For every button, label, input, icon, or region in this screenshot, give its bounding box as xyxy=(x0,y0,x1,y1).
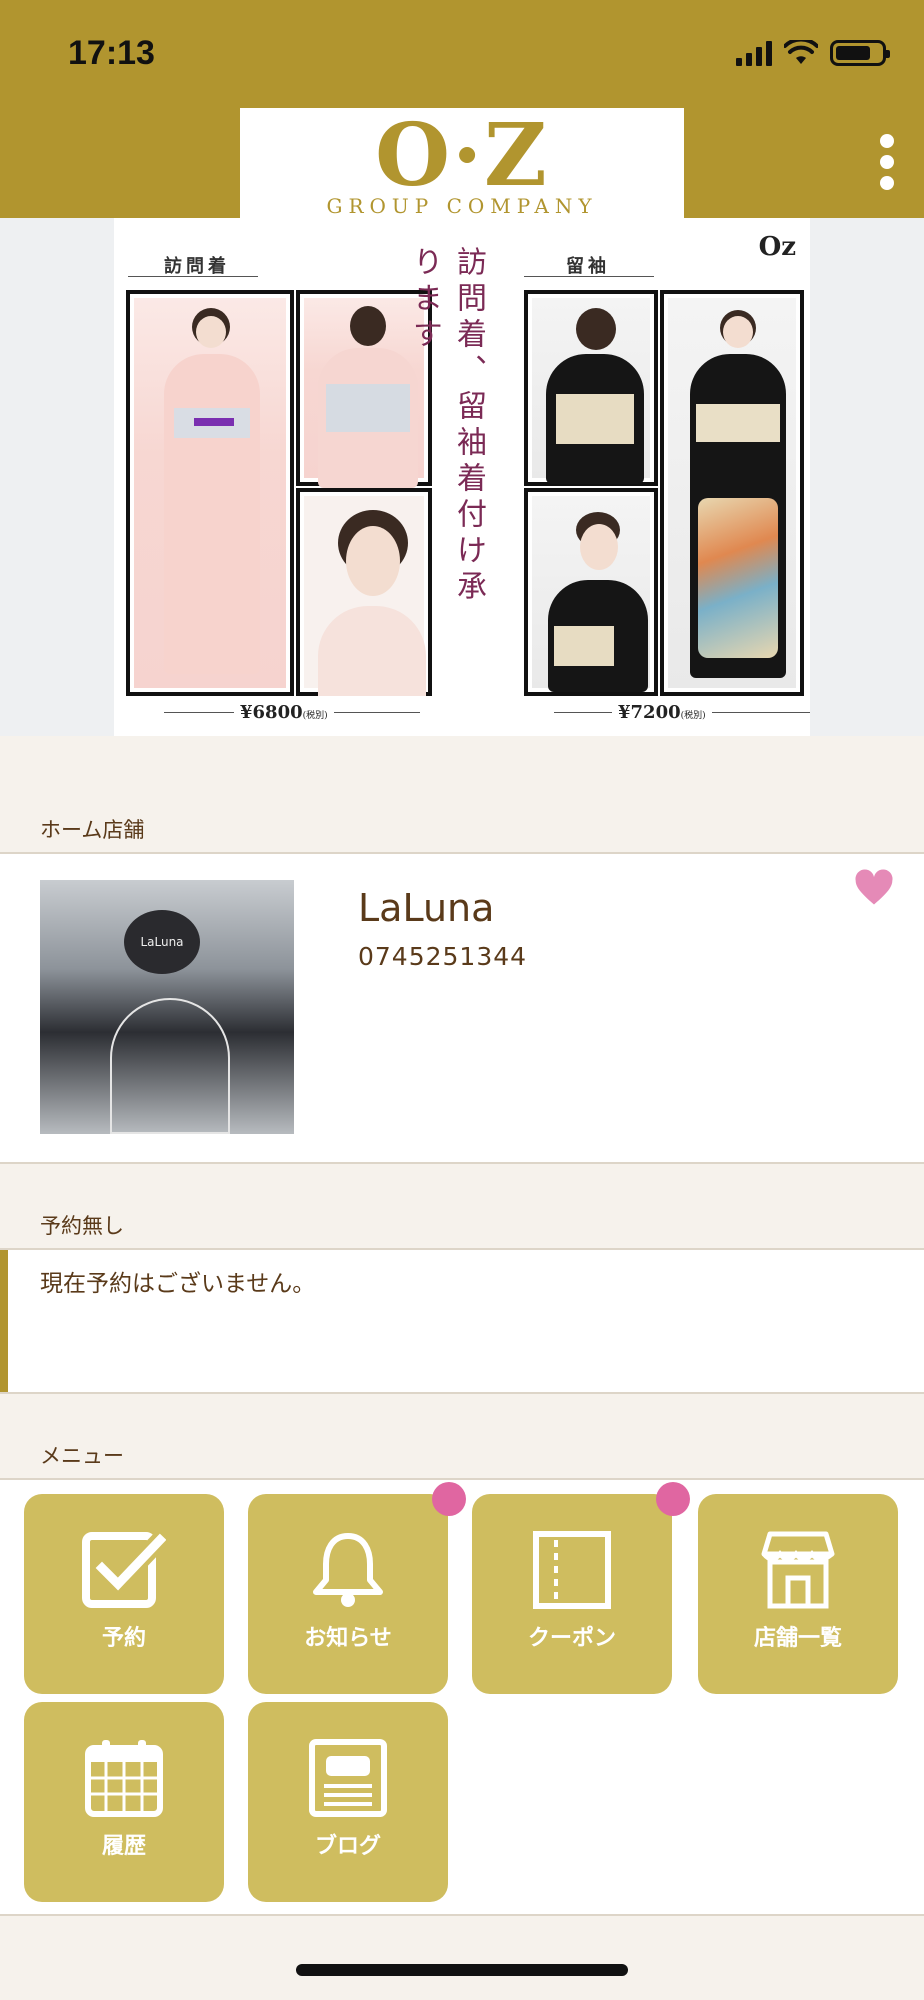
tomesode-photo-back xyxy=(524,290,658,486)
banner-headline: 訪問着、留袖着付け承ります xyxy=(407,246,486,606)
menu-tile-reservation[interactable]: 予約 xyxy=(24,1494,224,1694)
bell-icon xyxy=(313,1533,383,1607)
wifi-icon xyxy=(784,40,818,64)
menu-label-stores: 店舗一覧 xyxy=(753,1626,842,1651)
menu-label-history: 履歴 xyxy=(101,1834,146,1859)
logo-main-text: O·Z xyxy=(375,108,549,206)
menu-tile-blog[interactable]: ブログ xyxy=(248,1702,448,1902)
notification-badge xyxy=(656,1482,690,1516)
more-vertical-icon[interactable] xyxy=(880,134,894,190)
divider xyxy=(524,276,654,277)
notification-badge xyxy=(432,1482,466,1516)
blog-icon xyxy=(309,1739,387,1817)
status-time: 17:13 xyxy=(68,34,155,72)
status-icons xyxy=(736,40,890,66)
tomesode-photo-full xyxy=(660,290,804,696)
store-name: LaLuna xyxy=(358,886,495,930)
banner-brand-logo: Oz xyxy=(758,232,796,262)
tomesode-tax-note: (税別) xyxy=(680,711,706,721)
store-photo: LaLuna xyxy=(40,880,294,1134)
promo-banner[interactable]: 訪問着 留袖 Oz 訪問着、留袖着付け承ります ¥6800(税別) ¥7200(… xyxy=(0,218,924,736)
menu-label-blog: ブログ xyxy=(314,1834,381,1859)
signal-icon xyxy=(736,40,772,66)
coupon-icon xyxy=(533,1531,611,1609)
menu-tile-coupon[interactable]: クーポン xyxy=(472,1482,690,1694)
houmongi-photo-full xyxy=(126,290,294,696)
calendar-icon xyxy=(85,1740,163,1817)
battery-icon xyxy=(830,40,890,66)
houmongi-price: ¥6800(税別) xyxy=(234,702,334,723)
banner-right-label: 留袖 xyxy=(566,256,610,277)
brand-logo: O·Z GROUP COMPANY xyxy=(240,108,684,218)
menu-title: メニュー xyxy=(40,1444,124,1468)
home-store-title: ホーム店舗 xyxy=(40,818,145,842)
banner-image[interactable]: 訪問着 留袖 Oz 訪問着、留袖着付け承ります ¥6800(税別) ¥7200(… xyxy=(114,218,810,736)
menu-grid: 予約 お知らせ クーポン 店舗一覧 履歴 ブログ xyxy=(0,1478,924,1916)
store-icon xyxy=(761,1531,835,1609)
menu-tile-news[interactable]: お知らせ xyxy=(248,1482,466,1694)
logo-sub-text: GROUP COMPANY xyxy=(326,194,598,218)
banner-left-label: 訪問着 xyxy=(164,256,230,277)
home-store-card[interactable]: LaLuna LaLuna 0745251344 xyxy=(0,852,924,1164)
store-door xyxy=(110,998,230,1134)
tomesode-price: ¥7200(税別) xyxy=(612,702,712,723)
menu-label-news: お知らせ xyxy=(304,1626,392,1651)
heart-icon[interactable] xyxy=(852,866,896,910)
houmongi-tax-note: (税別) xyxy=(302,711,328,721)
menu-label-reservation: 予約 xyxy=(101,1626,146,1651)
menu-tile-history[interactable]: 履歴 xyxy=(24,1702,224,1902)
divider xyxy=(128,276,258,277)
tomesode-price-value: ¥7200 xyxy=(618,702,681,723)
store-sign: LaLuna xyxy=(124,910,200,974)
menu-tile-stores[interactable]: 店舗一覧 xyxy=(698,1494,898,1694)
menu-label-coupon: クーポン xyxy=(527,1626,616,1651)
home-indicator[interactable] xyxy=(296,1964,628,1976)
reservation-title: 予約無し xyxy=(40,1214,124,1238)
checkbox-icon xyxy=(82,1532,166,1608)
reservation-accent-bar xyxy=(0,1250,8,1392)
store-phone[interactable]: 0745251344 xyxy=(358,942,527,971)
reservation-message: 現在予約はございません。 xyxy=(40,1271,316,1297)
reservation-card: 現在予約はございません。 xyxy=(0,1248,924,1394)
houmongi-price-value: ¥6800 xyxy=(240,702,303,723)
app-header: 17:13 O·Z GROUP COMPANY xyxy=(0,0,924,218)
tomesode-photo-face xyxy=(524,488,658,696)
